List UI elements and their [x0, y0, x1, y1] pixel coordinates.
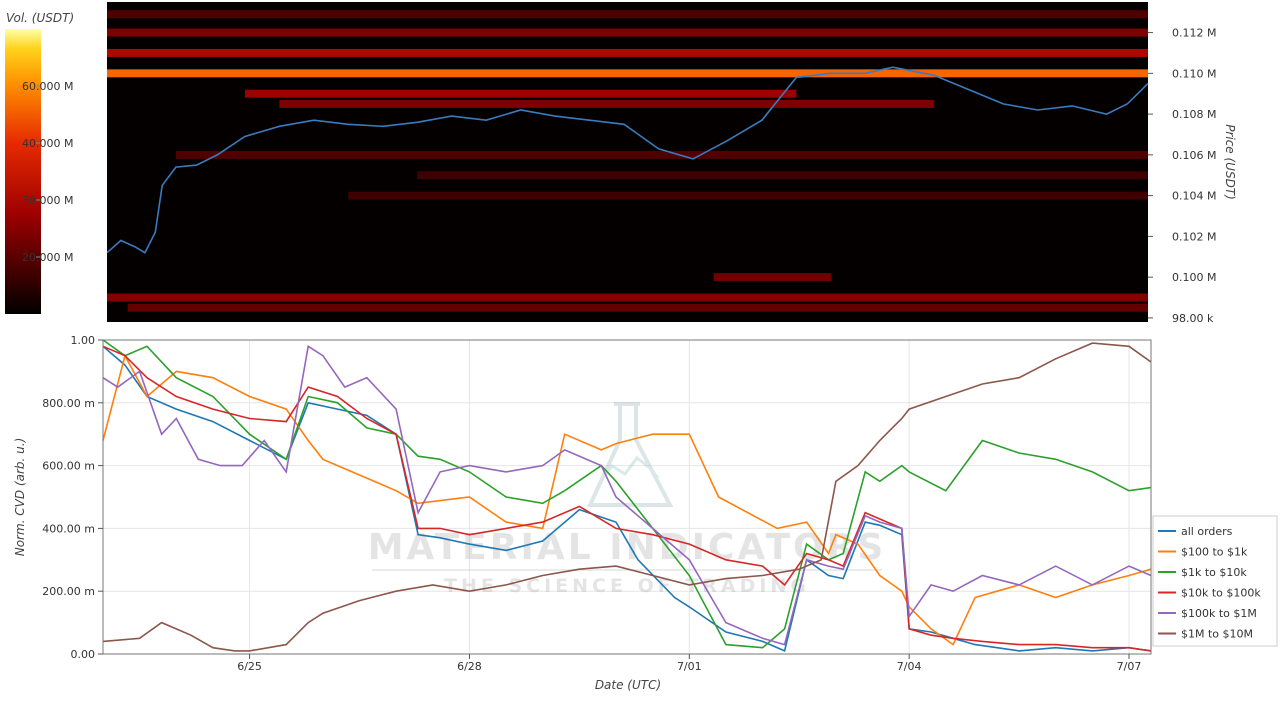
- heat-band: [244, 89, 797, 98]
- price-tick-label: 0.104 M: [1172, 190, 1216, 203]
- cvd-y-tick-label: 600.00 m: [42, 460, 95, 473]
- legend-label: $100k to $1M: [1181, 607, 1257, 620]
- legend-label: $1k to $10k: [1181, 566, 1247, 579]
- legend-label: $100 to $1k: [1181, 546, 1248, 559]
- price-tick-label: 0.112 M: [1172, 27, 1216, 40]
- price-tick-label: 0.106 M: [1172, 149, 1216, 162]
- price-tick-label: 0.110 M: [1172, 67, 1216, 80]
- cvd-x-axis-title: Date (UTC): [595, 678, 661, 692]
- price-tick-label: 0.100 M: [1172, 271, 1216, 284]
- legend-label: $10k to $100k: [1181, 587, 1261, 600]
- heat-band: [107, 293, 1148, 302]
- price-axis-title: Price (USDT): [1223, 124, 1237, 200]
- cvd-y-tick-label: 1.00: [71, 334, 96, 347]
- cvd-x-tick-label: 6/25: [237, 660, 262, 673]
- cvd-x-tick-label: 6/28: [457, 660, 482, 673]
- price-tick-label: 98.00 k: [1172, 312, 1214, 325]
- legend-label: all orders: [1181, 525, 1233, 538]
- colorbar-tick-label: 60.000 M: [22, 80, 73, 93]
- cvd-x-axis: 6/25 6/28 7/01 7/04 7/07: [237, 654, 1141, 673]
- colorbar-gradient: [5, 29, 41, 314]
- heat-band: [107, 10, 1148, 19]
- colorbar-tick-label: 30.000 M: [22, 194, 73, 207]
- colorbar-tick-label: 40.000 M: [22, 137, 73, 150]
- colorbar: Vol. (USDT) 60.000 M 40.000 M 30.000 M 20.0…: [5, 11, 74, 314]
- cvd-x-tick-label: 7/07: [1117, 660, 1142, 673]
- colorbar-tick-label: 20.000 M: [22, 251, 73, 264]
- price-tick-label: 0.102 M: [1172, 230, 1216, 243]
- cvd-y-tick-label: 0.00: [71, 648, 96, 661]
- cvd-y-axis-title: Norm. CVD (arb. u.): [13, 438, 27, 557]
- heat-band: [279, 99, 935, 108]
- cvd-panel: MATERIAL INDICATORS THE SCIENCE OF TRADI…: [13, 334, 1278, 692]
- chart-figure: 0.112 M 0.110 M 0.108 M 0.106 M 0.104 M 0.102…: [5, 2, 1278, 692]
- legend-label: $1M to $10M: [1181, 628, 1253, 641]
- heat-band: [348, 191, 1148, 200]
- cvd-x-tick-label: 7/04: [897, 660, 922, 673]
- heat-band: [175, 150, 1148, 159]
- cvd-x-tick-label: 7/01: [677, 660, 702, 673]
- heat-band: [417, 171, 1148, 180]
- heat-band: [107, 69, 1148, 78]
- price-tick-label: 0.108 M: [1172, 108, 1216, 121]
- cvd-y-axis: 1.00 800.00 m 600.00 m 400.00 m 200.00 m 0.00: [42, 334, 103, 661]
- heat-band: [713, 273, 831, 282]
- heat-band: [107, 48, 1148, 57]
- cvd-plot-area: [103, 340, 1151, 654]
- cvd-y-tick-label: 200.00 m: [42, 585, 95, 598]
- heat-band: [127, 303, 1148, 312]
- cvd-y-tick-label: 800.00 m: [42, 397, 95, 410]
- heat-band: [107, 28, 1148, 37]
- colorbar-title: Vol. (USDT): [6, 11, 74, 25]
- legend: all orders $100 to $1k $1k to $10k $10k to …: [1152, 515, 1278, 647]
- cvd-y-tick-label: 400.00 m: [42, 522, 95, 535]
- heatmap-panel: 0.112 M 0.110 M 0.108 M 0.106 M 0.104 M 0.102…: [106, 2, 1237, 325]
- price-axis: 0.112 M 0.110 M 0.108 M 0.106 M 0.104 M 0.102…: [1148, 27, 1216, 325]
